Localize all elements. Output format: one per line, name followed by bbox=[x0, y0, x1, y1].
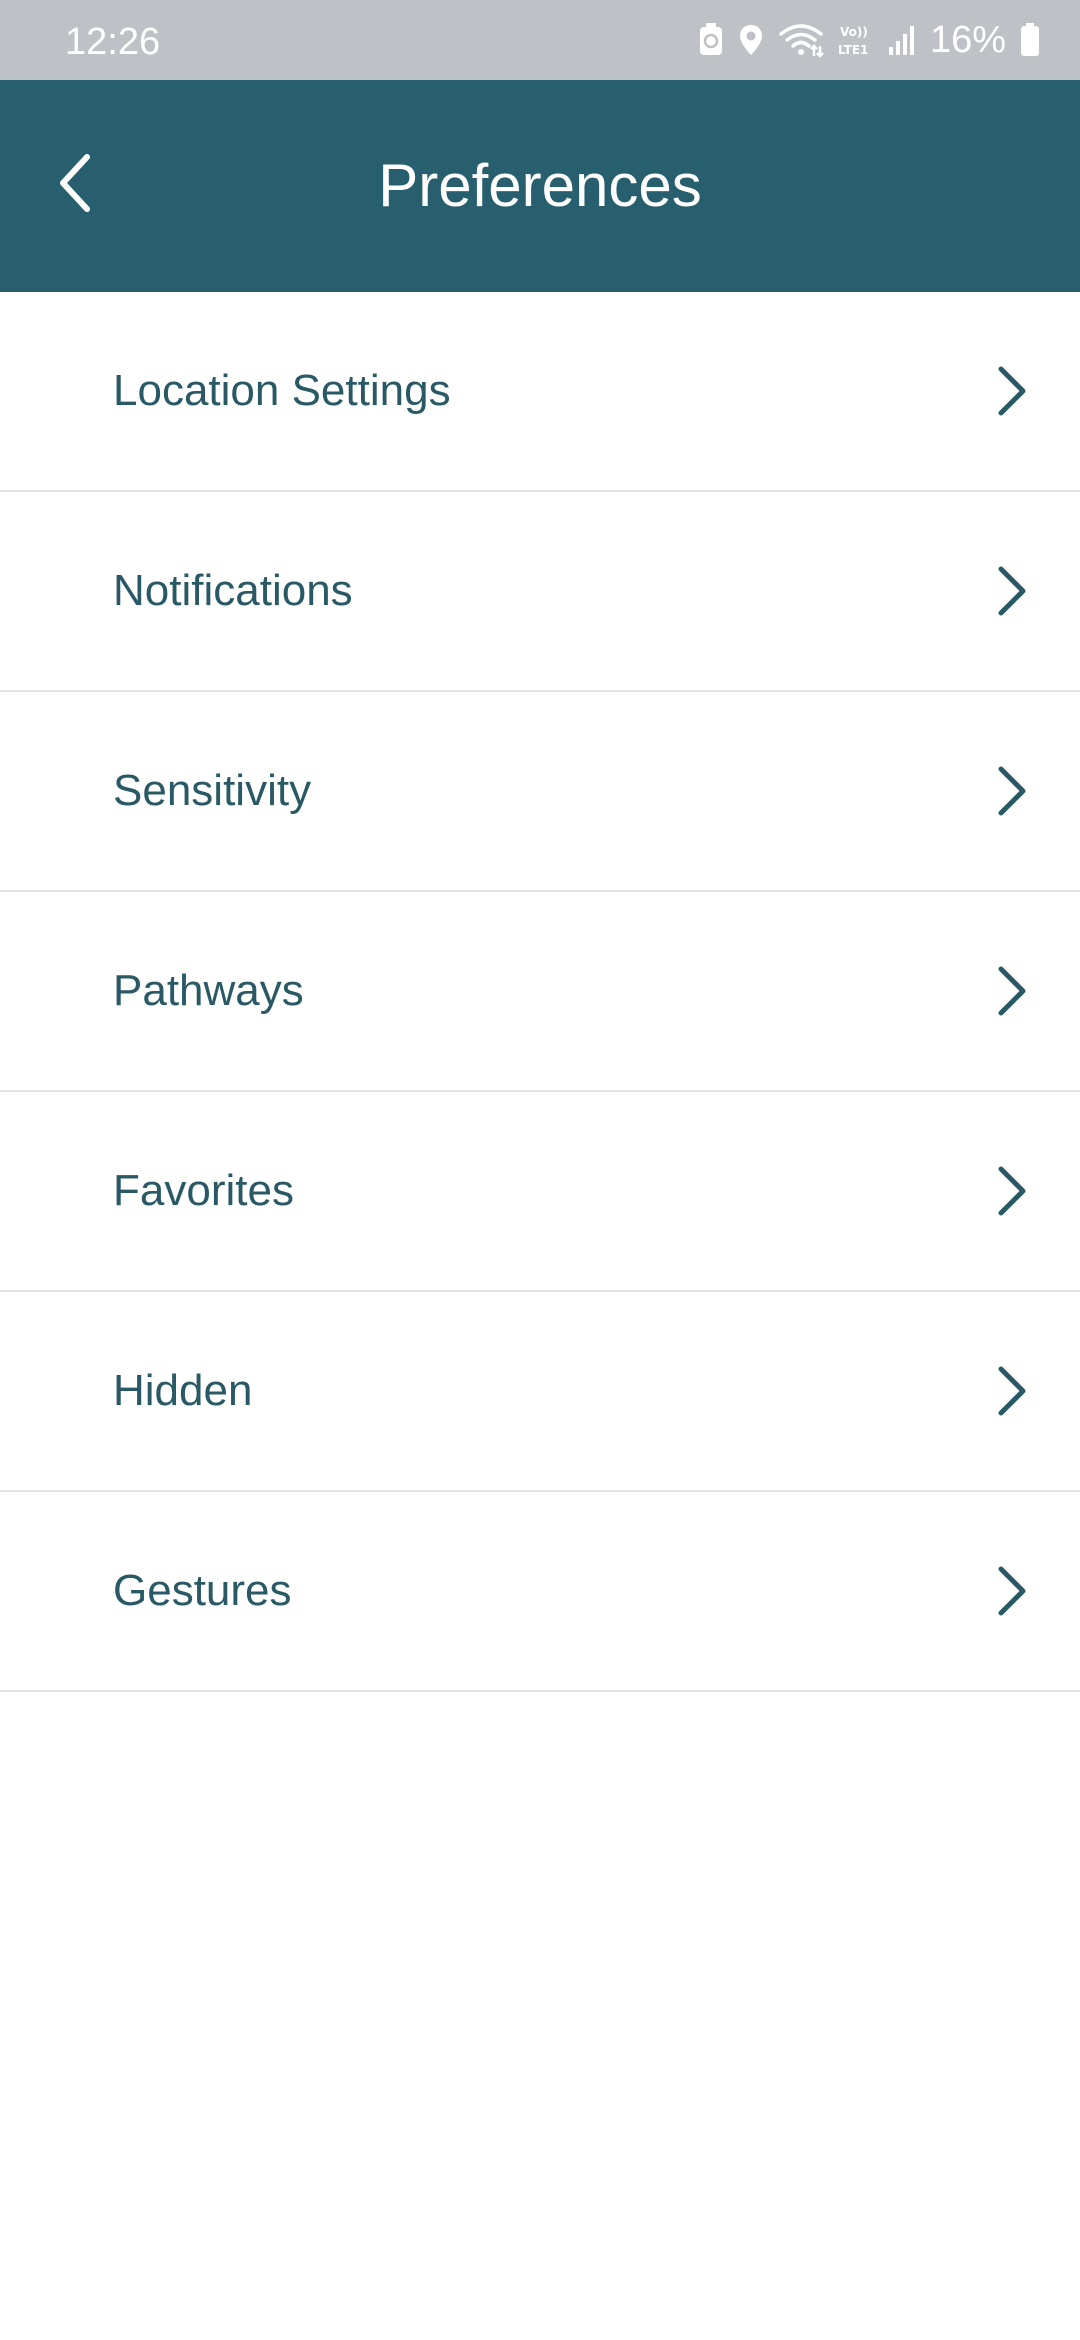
menu-item-label: Sensitivity bbox=[113, 766, 312, 815]
menu-item-label: Location Settings bbox=[113, 366, 451, 415]
chevron-right-icon bbox=[996, 765, 1028, 817]
menu-item-sensitivity[interactable]: Sensitivity bbox=[0, 692, 1080, 892]
battery-saver-icon bbox=[698, 23, 724, 57]
signal-icon bbox=[888, 23, 916, 57]
status-time: 12:26 bbox=[65, 21, 161, 63]
preferences-menu: Location Settings Notifications Sensitiv… bbox=[0, 292, 1080, 1692]
status-icons: Vo)) LTE1 16% bbox=[698, 18, 1040, 62]
battery-percentage: 16% bbox=[929, 19, 1006, 61]
svg-text:Vo)): Vo)) bbox=[840, 25, 868, 39]
volte-lte-icon: Vo)) LTE1 bbox=[838, 22, 874, 58]
menu-item-favorites[interactable]: Favorites bbox=[0, 1092, 1080, 1292]
svg-text:LTE1: LTE1 bbox=[838, 43, 868, 57]
menu-item-location-settings[interactable]: Location Settings bbox=[0, 292, 1080, 492]
chevron-right-icon bbox=[996, 965, 1028, 1017]
chevron-right-icon bbox=[996, 1165, 1028, 1217]
menu-item-notifications[interactable]: Notifications bbox=[0, 492, 1080, 692]
chevron-right-icon bbox=[996, 1565, 1028, 1617]
page-title: Preferences bbox=[378, 152, 702, 219]
menu-item-label: Favorites bbox=[113, 1166, 294, 1215]
menu-item-hidden[interactable]: Hidden bbox=[0, 1292, 1080, 1492]
location-icon bbox=[738, 23, 764, 57]
menu-item-label: Hidden bbox=[113, 1366, 253, 1415]
chevron-right-icon bbox=[996, 565, 1028, 617]
wifi-icon bbox=[778, 22, 824, 58]
menu-item-label: Gestures bbox=[113, 1566, 292, 1615]
menu-item-label: Pathways bbox=[113, 966, 304, 1015]
menu-item-pathways[interactable]: Pathways bbox=[0, 892, 1080, 1092]
menu-item-label: Notifications bbox=[113, 566, 353, 615]
battery-icon bbox=[1020, 23, 1040, 57]
chevron-right-icon bbox=[996, 1365, 1028, 1417]
chevron-right-icon bbox=[996, 365, 1028, 417]
menu-item-gestures[interactable]: Gestures bbox=[0, 1492, 1080, 1692]
status-bar: 12:26 Vo)) LTE1 16% bbox=[0, 0, 1080, 80]
app-bar: Preferences bbox=[0, 80, 1080, 292]
